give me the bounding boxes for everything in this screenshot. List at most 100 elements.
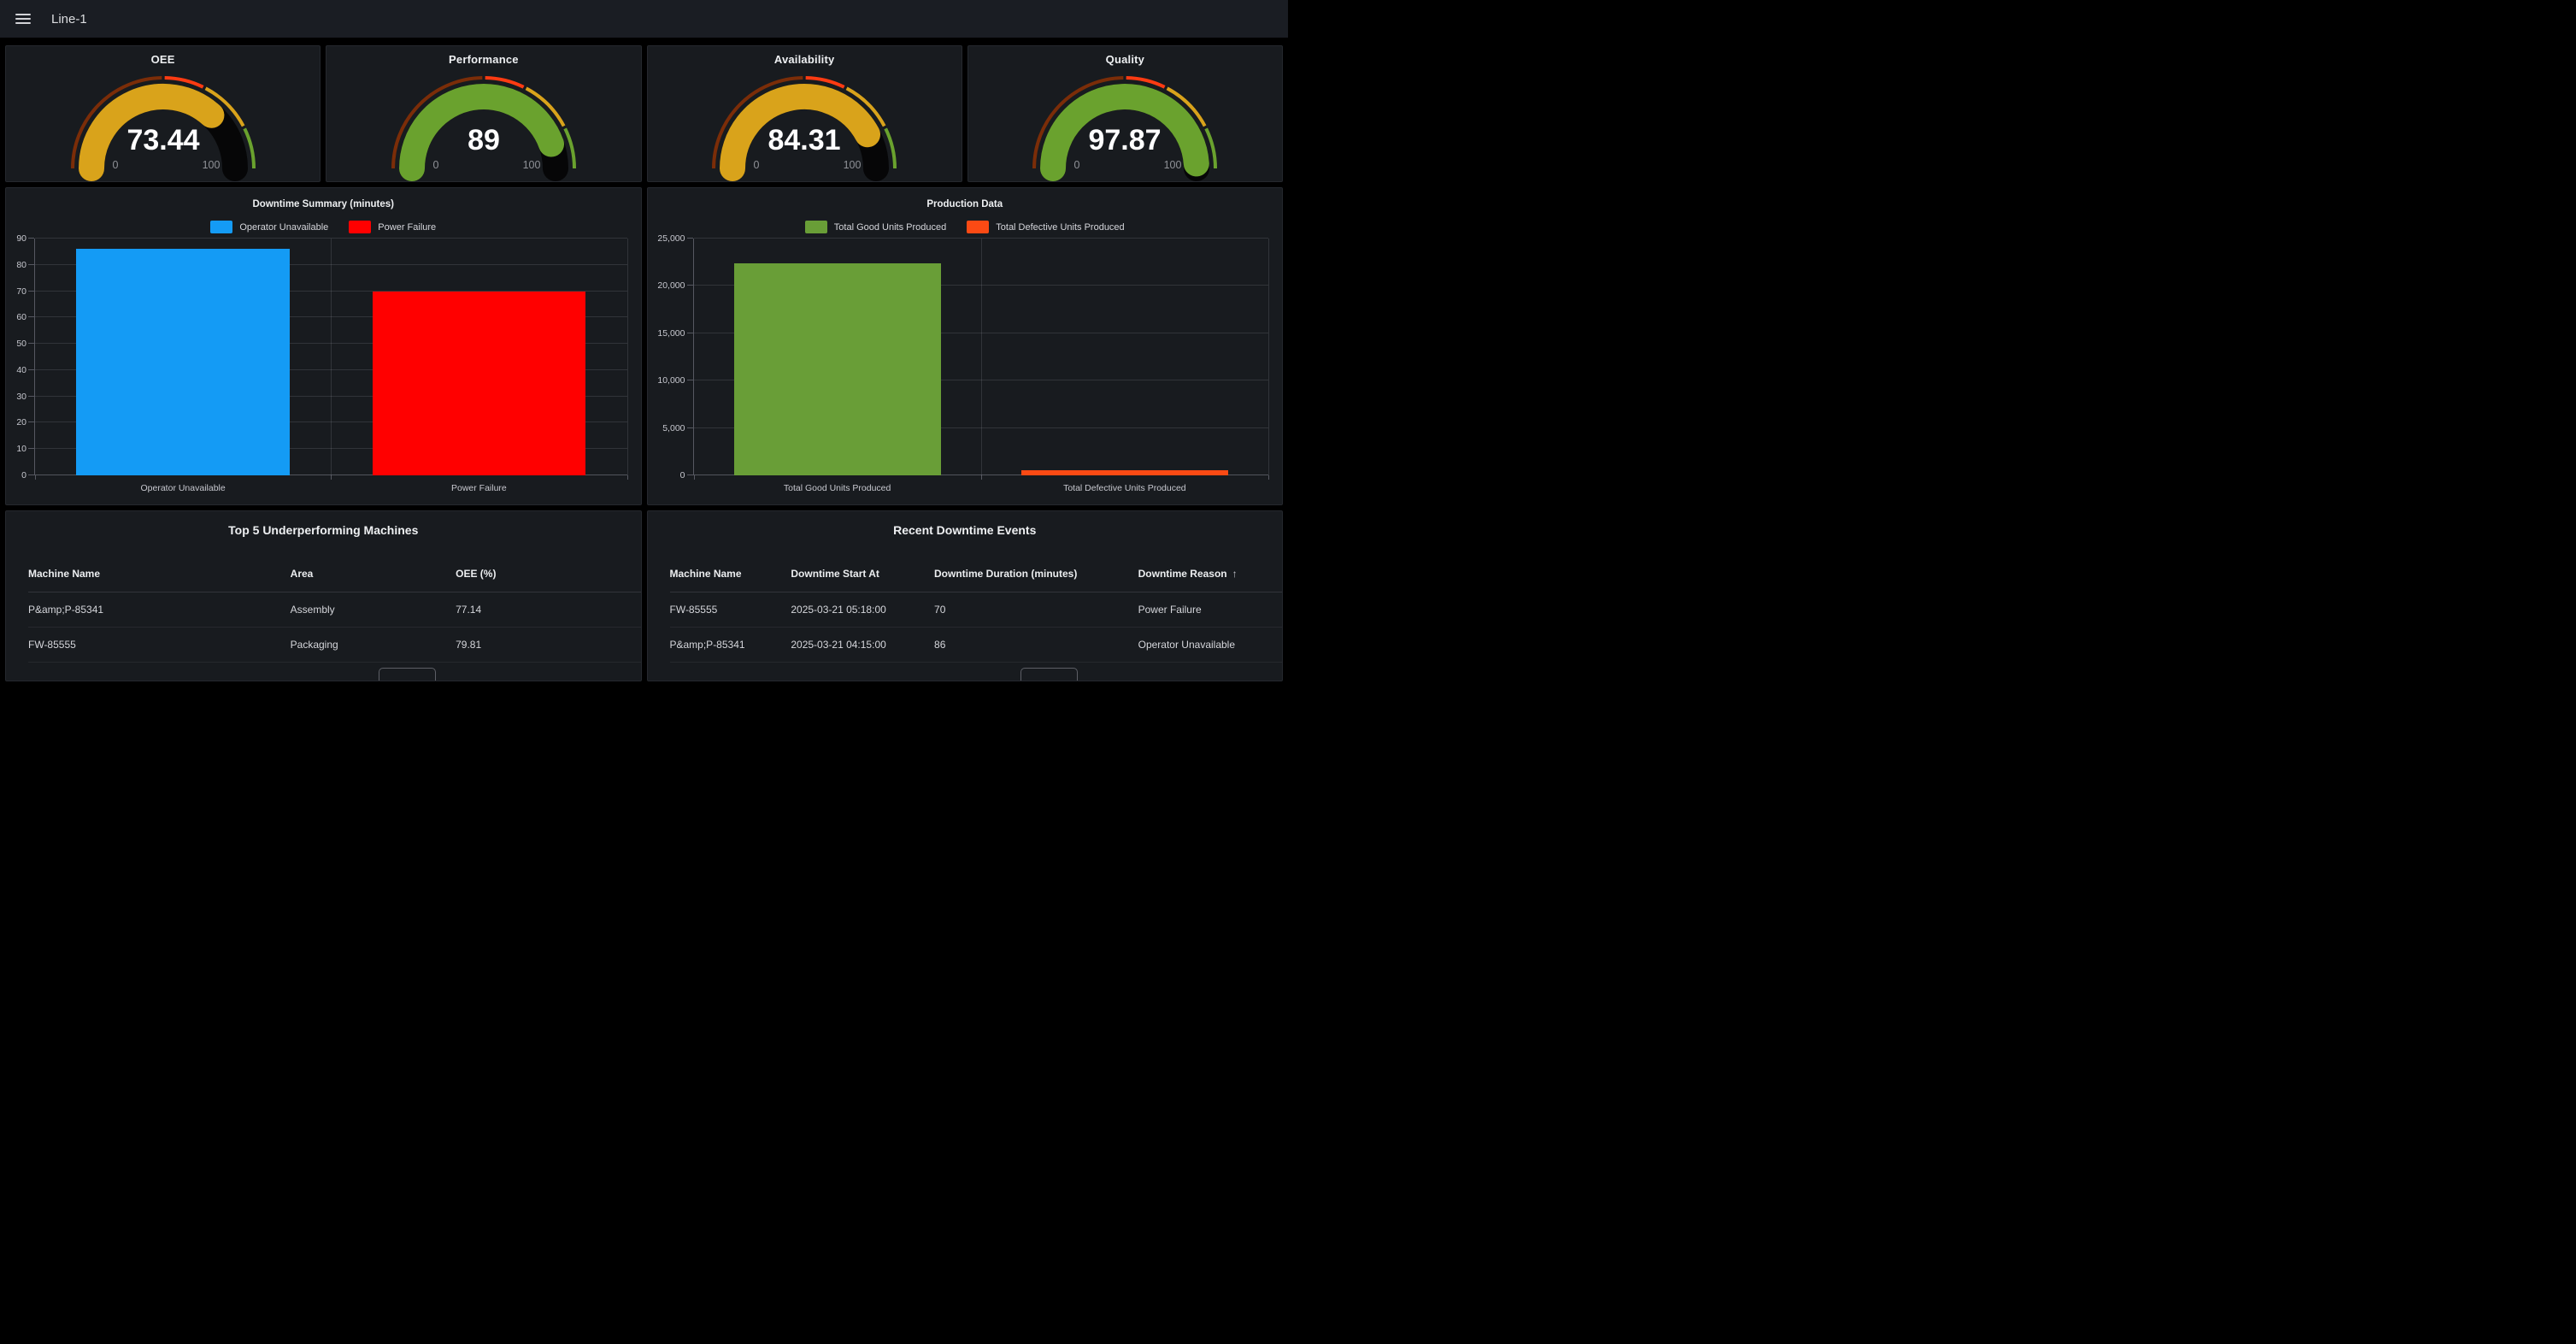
- table-pagination-button[interactable]: [379, 668, 436, 681]
- y-axis-label: 5,000: [648, 423, 685, 433]
- x-axis-tick: [35, 475, 36, 480]
- table-cell: FW-85555: [670, 604, 791, 616]
- gauge-arc: 73.440100: [65, 73, 262, 182]
- table-pagination-button[interactable]: [1020, 668, 1078, 681]
- svg-text:0: 0: [754, 159, 760, 171]
- x-axis-tick: [694, 475, 695, 480]
- y-axis-tick: [28, 369, 34, 370]
- plot-area: Operator UnavailablePower Failure: [34, 239, 627, 475]
- table-title: Recent Downtime Events: [648, 523, 1283, 537]
- table-cell: 79.81: [456, 639, 640, 651]
- table-header-row: Machine NameAreaOEE (%): [28, 555, 641, 592]
- column-header-oee[interactable]: OEE (%): [456, 568, 640, 580]
- downtime-summary-panel: Downtime Summary (minutes) Operator Unav…: [5, 187, 642, 505]
- production-data-panel: Production Data Total Good Units Produce…: [647, 187, 1284, 505]
- y-axis-label: 0: [6, 470, 26, 480]
- x-axis-tick: [1268, 475, 1269, 480]
- table-cell: 86: [934, 639, 1138, 651]
- bar-power-failure[interactable]: [373, 292, 585, 475]
- x-axis-label: Power Failure: [331, 483, 626, 493]
- svg-text:0: 0: [112, 159, 118, 171]
- svg-text:0: 0: [432, 159, 438, 171]
- downtime-bar-chart: Operator UnavailablePower Failure0102030…: [6, 236, 641, 504]
- production-bar-chart: Total Good Units ProducedTotal Defective…: [648, 236, 1283, 504]
- recent-downtime-panel: Recent Downtime Events Machine NameDownt…: [647, 510, 1284, 681]
- sort-ascending-icon: ↑: [1232, 568, 1238, 580]
- panel-title: OEE: [6, 53, 320, 66]
- y-axis-tick: [28, 291, 34, 292]
- y-axis-label: 10: [6, 444, 26, 454]
- y-axis-label: 20: [6, 417, 26, 427]
- gauge-arc: 84.310100: [706, 73, 903, 182]
- column-header-machine-name[interactable]: Machine Name: [670, 568, 791, 580]
- legend-item-operator-unavailable[interactable]: Operator Unavailable: [210, 221, 328, 233]
- gauge-arc: 890100: [385, 73, 582, 182]
- y-axis-tick: [28, 448, 34, 449]
- y-axis-label: 10,000: [648, 375, 685, 386]
- gauge-panel-oee: OEE 73.440100: [5, 45, 321, 182]
- table-cell: P&amp;P-85341: [28, 604, 291, 616]
- legend-swatch-icon: [967, 221, 989, 233]
- panel-title: Performance: [326, 53, 640, 66]
- column-header-downtime-start-at[interactable]: Downtime Start At: [791, 568, 934, 580]
- legend-swatch-icon: [349, 221, 371, 233]
- y-axis-tick: [28, 264, 34, 265]
- vertical-gridline: [331, 239, 332, 475]
- bar-total-defective-units-produced[interactable]: [1021, 470, 1228, 475]
- y-axis-label: 50: [6, 339, 26, 349]
- table-cell: 77.14: [456, 604, 640, 616]
- legend-label: Operator Unavailable: [239, 222, 328, 233]
- oee-gauge: 73.440100: [6, 73, 320, 182]
- legend-item-total-good-units-produced[interactable]: Total Good Units Produced: [805, 221, 946, 233]
- table-cell: 2025-03-21 05:18:00: [791, 604, 934, 616]
- table-cell: P&amp;P-85341: [670, 639, 791, 651]
- table-cell: Power Failure: [1138, 604, 1282, 616]
- y-axis-label: 0: [648, 470, 685, 480]
- legend-swatch-icon: [210, 221, 232, 233]
- chart-title: Production Data: [648, 199, 1283, 209]
- y-axis-label: 20,000: [648, 280, 685, 291]
- table-cell: Packaging: [291, 639, 456, 651]
- legend-label: Total Good Units Produced: [834, 222, 946, 233]
- column-header-machine-name[interactable]: Machine Name: [28, 568, 291, 580]
- legend-item-total-defective-units-produced[interactable]: Total Defective Units Produced: [967, 221, 1124, 233]
- table-title: Top 5 Underperforming Machines: [6, 523, 641, 537]
- svg-text:89: 89: [468, 124, 500, 156]
- table-row-section: Top 5 Underperforming Machines Machine N…: [5, 510, 1283, 681]
- bar-total-good-units-produced[interactable]: [734, 263, 941, 475]
- y-axis-tick: [687, 285, 693, 286]
- y-axis-label: 40: [6, 365, 26, 375]
- bar-operator-unavailable[interactable]: [76, 249, 289, 475]
- y-axis-label: 25,000: [648, 233, 685, 244]
- x-axis-tick: [981, 475, 982, 480]
- column-header-downtime-duration-minutes[interactable]: Downtime Duration (minutes): [934, 568, 1138, 580]
- dashboard-title: Line-1: [51, 12, 87, 27]
- table-header-row: Machine NameDowntime Start AtDowntime Du…: [670, 555, 1283, 592]
- gauge-panel-performance: Performance 890100: [326, 45, 641, 182]
- table-cell: 70: [934, 604, 1138, 616]
- y-axis-tick: [28, 421, 34, 422]
- chart-legend: Total Good Units Produced Total Defective…: [648, 221, 1283, 233]
- legend-item-power-failure[interactable]: Power Failure: [349, 221, 436, 233]
- y-axis-label: 15,000: [648, 328, 685, 339]
- table-cell: 2025-03-21 04:15:00: [791, 639, 934, 651]
- vertical-gridline: [1268, 239, 1269, 475]
- column-header-area[interactable]: Area: [291, 568, 456, 580]
- y-axis-label: 90: [6, 233, 26, 244]
- column-header-downtime-reason[interactable]: Downtime Reason↑: [1138, 568, 1282, 580]
- panel-title: Quality: [968, 53, 1282, 66]
- availability-gauge: 84.310100: [648, 73, 962, 182]
- chart-title: Downtime Summary (minutes): [6, 199, 641, 209]
- gauge-row: OEE 73.440100 Performance 890100 Availab…: [5, 45, 1283, 182]
- recent-downtime-table: Machine NameDowntime Start AtDowntime Du…: [670, 555, 1283, 663]
- table-cell: Assembly: [291, 604, 456, 616]
- svg-text:73.44: 73.44: [126, 124, 199, 156]
- y-axis-label: 70: [6, 286, 26, 297]
- dashboard-grid: OEE 73.440100 Performance 890100 Availab…: [0, 38, 1288, 681]
- hamburger-menu-icon: [15, 11, 31, 27]
- y-axis-tick: [28, 343, 34, 344]
- legend-swatch-icon: [805, 221, 827, 233]
- menu-button[interactable]: [14, 8, 32, 30]
- x-axis-tick: [331, 475, 332, 480]
- legend-label: Total Defective Units Produced: [996, 222, 1124, 233]
